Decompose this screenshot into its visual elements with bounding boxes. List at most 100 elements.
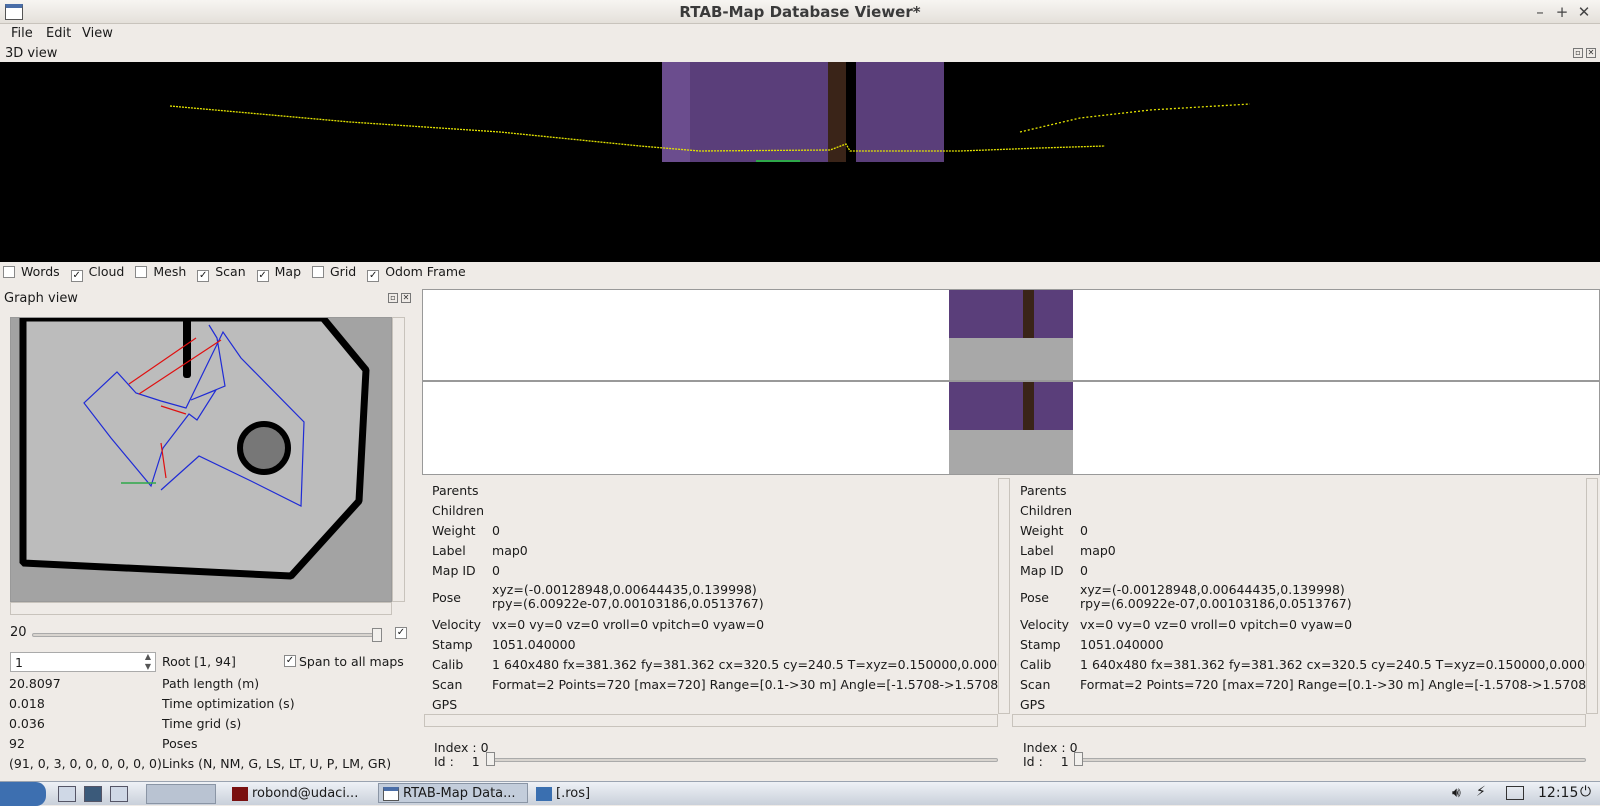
info-key: Velocity xyxy=(432,616,482,632)
info-value xyxy=(484,500,998,520)
info-value xyxy=(1072,480,1587,500)
info-value: vx=0 vy=0 vz=0 vroll=0 vpitch=0 vyaw=0 xyxy=(1080,616,1353,632)
menu-file[interactable]: File xyxy=(11,26,33,41)
info-right-hscroll[interactable] xyxy=(1012,714,1586,727)
info-key: GPS xyxy=(432,696,458,712)
folder-icon xyxy=(536,787,552,801)
map-walls xyxy=(19,318,370,580)
checkbox-box[interactable] xyxy=(3,266,15,278)
info-key: Map ID xyxy=(1020,562,1064,578)
info-value: Format=2 Points=720 [max=720] Range=[0.1… xyxy=(492,676,998,692)
graph-map-canvas[interactable] xyxy=(10,317,392,602)
info-key: Parents xyxy=(432,482,479,498)
spin-arrows-icon[interactable]: ▲ ▼ xyxy=(142,652,154,672)
shutdown-icon[interactable]: ⏻ xyxy=(1580,784,1591,800)
info-value: 0 xyxy=(1080,522,1088,538)
stat-label: Path length (m) xyxy=(162,676,260,691)
info-value: 0 xyxy=(1080,562,1088,578)
title-bar: RTAB-Map Database Viewer* – + ✕ xyxy=(0,0,1600,24)
checkbox-box[interactable] xyxy=(135,266,148,278)
wall-segment xyxy=(183,318,191,378)
node-info-left: Parents Children Weight 0 Label map0 Map I… xyxy=(424,480,998,714)
task-folder[interactable]: [.ros] xyxy=(532,784,632,804)
index-label-left: Index : 0 xyxy=(434,740,489,755)
slider-handle[interactable] xyxy=(372,628,382,642)
float-icon[interactable]: ▫ xyxy=(388,293,398,303)
task-terminal[interactable]: robond@udaci... xyxy=(228,784,370,804)
graph-slider[interactable] xyxy=(32,633,378,637)
info-right-vscroll[interactable] xyxy=(1586,478,1598,714)
spin-input[interactable]: 1 xyxy=(10,652,156,672)
info-value: xyz=(-0.00128948,0.00644435,0.139998) rpy… xyxy=(484,580,998,614)
stat-row: 92 Poses xyxy=(9,736,197,756)
checkbox-odom-frame[interactable]: ✓ Odom Frame xyxy=(364,264,466,282)
span-all-maps-checkbox[interactable]: ✓ xyxy=(284,655,296,667)
id-label-right: Id : 1 xyxy=(1023,754,1069,769)
wall-right xyxy=(856,62,944,162)
camera-image-top xyxy=(949,290,1073,380)
id-slider-left[interactable] xyxy=(488,758,998,762)
settings-icon[interactable] xyxy=(84,786,102,802)
info-value: 0 xyxy=(492,562,500,578)
slider-handle[interactable] xyxy=(486,752,495,766)
checkbox-box[interactable]: ✓ xyxy=(256,270,269,282)
info-value: vx=0 vy=0 vz=0 vroll=0 vpitch=0 vyaw=0 xyxy=(492,616,765,632)
checkbox-map[interactable]: ✓ Map xyxy=(254,264,301,282)
stat-row: 0.018 Time optimization (s) xyxy=(9,696,295,716)
close-dock-icon[interactable]: ✕ xyxy=(1586,48,1596,58)
slider-handle[interactable] xyxy=(1074,752,1083,766)
checkbox-mesh[interactable]: Mesh xyxy=(132,264,186,279)
close-dock-icon[interactable]: ✕ xyxy=(401,293,411,303)
checkbox-words[interactable]: Words xyxy=(0,264,60,279)
volume-icon[interactable]: 🔊︎ xyxy=(1452,785,1461,801)
id-value: 1 xyxy=(1060,754,1069,769)
info-value: 0 xyxy=(492,522,500,538)
info-key: Scan xyxy=(1020,676,1051,692)
info-value xyxy=(1072,500,1587,520)
info-left-vscroll[interactable] xyxy=(998,478,1010,714)
close-button[interactable]: ✕ xyxy=(1574,2,1594,22)
index-label: Index : xyxy=(434,740,481,755)
info-key: GPS xyxy=(1020,696,1046,712)
image-view-bottom[interactable] xyxy=(422,381,1600,475)
slider-checkbox[interactable]: ✓ xyxy=(395,627,407,639)
checkbox-cloud[interactable]: ✓ Cloud xyxy=(68,264,124,282)
desktop-pager[interactable] xyxy=(146,784,216,804)
menu-edit[interactable]: Edit xyxy=(46,26,71,41)
id-label-left: Id : 1 xyxy=(434,754,480,769)
id-label: Id : xyxy=(1023,754,1047,769)
checkbox-label: Mesh xyxy=(153,264,187,279)
file-manager-icon[interactable] xyxy=(58,786,76,802)
info-value: xyz=(-0.00128948,0.00644435,0.139998) rpy… xyxy=(1072,580,1587,614)
checkbox-scan[interactable]: ✓ Scan xyxy=(194,264,246,282)
maximize-button[interactable]: + xyxy=(1552,2,1572,22)
3d-view-canvas[interactable] xyxy=(0,62,1600,262)
minimize-button[interactable]: – xyxy=(1530,2,1550,22)
checkbox-box[interactable]: ✓ xyxy=(367,270,380,282)
rtabmap-icon xyxy=(383,787,399,801)
power-icon[interactable]: ⚡ xyxy=(1476,784,1486,800)
span-all-maps-label: Span to all maps xyxy=(299,654,404,669)
checkbox-grid[interactable]: Grid xyxy=(309,264,356,279)
image-view-top[interactable] xyxy=(422,289,1600,381)
graph-vertical-scrollbar[interactable] xyxy=(392,317,405,602)
taskbar: robond@udaci... RTAB-Map Data... [.ros] … xyxy=(0,781,1600,806)
info-left-hscroll[interactable] xyxy=(424,714,998,727)
task-rtabmap[interactable]: RTAB-Map Data... xyxy=(378,783,528,803)
menu-view[interactable]: View xyxy=(82,26,113,41)
float-icon[interactable]: ▫ xyxy=(1573,48,1583,58)
window-icon[interactable] xyxy=(110,786,128,802)
graph-horizontal-scrollbar[interactable] xyxy=(10,602,392,615)
checkbox-box[interactable]: ✓ xyxy=(70,270,83,282)
info-value: map0 xyxy=(492,542,528,558)
checkbox-box[interactable] xyxy=(312,266,324,278)
stat-label: Links (N, NM, G, LS, LT, U, P, LM, GR) xyxy=(162,756,392,771)
checkbox-box[interactable]: ✓ xyxy=(197,270,210,282)
task-label: robond@udaci... xyxy=(252,786,359,801)
id-slider-right[interactable] xyxy=(1076,758,1586,762)
display-icon[interactable] xyxy=(1506,786,1524,800)
start-menu-button[interactable] xyxy=(0,782,46,806)
info-key: Label xyxy=(432,542,466,558)
pose-xyz: xyz=(-0.00128948,0.00644435,0.139998) xyxy=(1080,582,1345,597)
task-label: [.ros] xyxy=(556,786,591,801)
